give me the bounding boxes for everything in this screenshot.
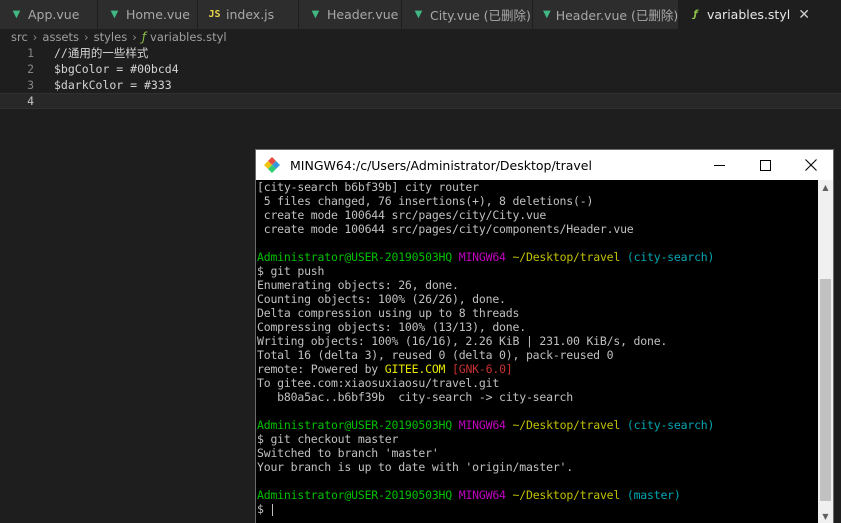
minimize-button[interactable] — [696, 150, 742, 180]
terminal-command: $ git checkout master — [257, 432, 399, 446]
terminal-window: MINGW64:/c/Users/Administrator/Desktop/t… — [255, 149, 834, 523]
vue-icon: ▼ — [311, 9, 320, 20]
code-line: 3 $darkColor = #333 — [0, 77, 841, 93]
tab-header-vue[interactable]: ▼ Header.vue — [299, 0, 402, 29]
tab-label: City.vue (已删除) — [430, 8, 531, 23]
breadcrumb: src › assets › styles › ƒ variables.styl — [11, 29, 227, 45]
breadcrumb-item[interactable]: src — [11, 30, 28, 44]
vue-icon: ▼ — [414, 9, 423, 20]
terminal-line: Switched to branch 'master' — [257, 446, 439, 460]
line-number: 4 — [27, 94, 34, 108]
terminal-line: To gitee.com:xiaosuxiaosu/travel.git — [257, 376, 500, 390]
gitee-label: GITEE.COM — [384, 362, 446, 376]
tab-app-vue[interactable]: ▼ App.vue — [0, 0, 98, 29]
scroll-up-icon[interactable]: ▲ — [818, 180, 833, 195]
breadcrumb-item[interactable]: styles — [94, 30, 128, 44]
terminal-line: 5 files changed, 76 insertions(+), 8 del… — [257, 194, 594, 208]
close-icon — [805, 159, 817, 171]
code-line: 1 //通用的一些样式 — [0, 45, 841, 61]
terminal-line: create mode 100644 src/pages/city/City.v… — [257, 208, 547, 222]
code-text: //通用的一些样式 — [54, 46, 149, 60]
prompt-branch: (master) — [626, 488, 681, 502]
terminal-line: Total 16 (delta 3), reused 0 (delta 0), … — [257, 348, 614, 362]
terminal-line: create mode 100644 src/pages/city/compon… — [257, 222, 634, 236]
line-number: 2 — [27, 62, 34, 76]
terminal-line: Enumerating objects: 26, done. — [257, 278, 459, 292]
tab-label: index.js — [226, 7, 275, 22]
code-line-current: 4 — [0, 93, 841, 109]
stylus-icon: ƒ — [141, 30, 147, 44]
terminal-title-bar[interactable]: MINGW64:/c/Users/Administrator/Desktop/t… — [256, 150, 833, 180]
js-icon: JS — [208, 9, 221, 20]
chevron-right-icon: › — [32, 30, 38, 44]
tab-index-js[interactable]: JS index.js — [198, 0, 299, 29]
terminal-scrollbar[interactable]: ▲ ▼ — [818, 180, 833, 523]
scroll-down-icon[interactable]: ▼ — [818, 509, 833, 523]
tab-variables-styl[interactable]: ƒ variables.styl ✕ — [679, 0, 841, 29]
terminal-title: MINGW64:/c/Users/Administrator/Desktop/t… — [290, 157, 592, 173]
close-button[interactable] — [788, 150, 834, 180]
tab-label: Home.vue — [126, 7, 190, 22]
vue-icon: ▼ — [110, 9, 119, 20]
scrollbar-thumb[interactable] — [820, 279, 831, 501]
terminal-prompt-line: Administrator@USER-20190503HQ MINGW64 ~/… — [257, 488, 818, 502]
tab-header-vue-deleted[interactable]: ▼ Header.vue (已删除) — [533, 0, 679, 29]
vue-icon: ▼ — [543, 9, 551, 20]
maximize-button[interactable] — [742, 150, 788, 180]
input-prompt: $ — [257, 502, 271, 516]
minimize-icon — [713, 164, 725, 166]
editor-tab-bar: ▼ App.vue ▼ Home.vue JS index.js ▼ Heade… — [0, 0, 841, 29]
tab-label: Header.vue — [327, 7, 399, 22]
terminal-line: [city-search b6bf39b] city router — [257, 180, 479, 194]
prompt-system: MINGW64 — [458, 418, 506, 432]
breadcrumb-item[interactable]: variables.styl — [150, 30, 227, 44]
chevron-right-icon: › — [132, 30, 137, 44]
text-cursor — [272, 503, 274, 516]
line-number: 3 — [27, 78, 34, 92]
tab-label: App.vue — [28, 7, 80, 22]
terminal-line: Your branch is up to date with 'origin/m… — [257, 460, 574, 474]
terminal-line: Compressing objects: 100% (13/13), done. — [257, 320, 526, 334]
code-text: $bgColor = #00bcd4 — [54, 62, 179, 76]
terminal-output[interactable]: [city-search b6bf39b] city router 5 file… — [256, 180, 818, 523]
close-icon[interactable]: ✕ — [798, 7, 810, 23]
maximize-icon — [759, 159, 771, 171]
terminal-prompt-line: Administrator@USER-20190503HQ MINGW64 ~/… — [257, 250, 818, 264]
prompt-user: Administrator@USER-20190503HQ — [257, 250, 452, 264]
tab-home-vue[interactable]: ▼ Home.vue — [98, 0, 198, 29]
breadcrumb-item[interactable]: assets — [42, 30, 79, 44]
prompt-path: ~/Desktop/travel — [512, 418, 621, 432]
terminal-command: $ git push — [257, 264, 325, 278]
prompt-user: Administrator@USER-20190503HQ — [257, 488, 452, 502]
tab-label: Header.vue (已删除) — [555, 8, 679, 23]
tab-city-vue-deleted[interactable]: ▼ City.vue (已删除) — [402, 0, 533, 29]
remote-prefix: remote: Powered by — [257, 362, 385, 376]
code-line: 2 $bgColor = #00bcd4 — [0, 61, 841, 77]
terminal-line: b80a5ac..b6bf39b city-search -> city-sea… — [257, 390, 574, 404]
mingw-logo-icon — [264, 157, 280, 173]
tab-label: variables.styl — [707, 7, 791, 22]
terminal-line: remote: Powered by GITEE.COM [GNK-6.0] — [257, 362, 818, 376]
prompt-branch: (city-search) — [626, 250, 715, 264]
prompt-branch: (city-search) — [626, 418, 715, 432]
code-text: $darkColor = #333 — [54, 78, 172, 92]
prompt-path: ~/Desktop/travel — [512, 250, 621, 264]
terminal-input-line[interactable]: $ — [257, 502, 818, 516]
prompt-system: MINGW64 — [458, 250, 506, 264]
line-number: 1 — [27, 46, 34, 60]
chevron-right-icon: › — [84, 30, 89, 44]
prompt-system: MINGW64 — [458, 488, 506, 502]
vue-icon: ▼ — [12, 9, 21, 20]
terminal-line: Counting objects: 100% (26/26), done. — [257, 292, 506, 306]
terminal-line: Delta compression using up to 8 threads — [257, 306, 520, 320]
stylus-icon: ƒ — [693, 9, 698, 20]
terminal-line: Writing objects: 100% (16/16), 2.26 KiB … — [257, 334, 668, 348]
prompt-path: ~/Desktop/travel — [512, 488, 621, 502]
terminal-prompt-line: Administrator@USER-20190503HQ MINGW64 ~/… — [257, 418, 818, 432]
prompt-user: Administrator@USER-20190503HQ — [257, 418, 452, 432]
gnk-version: [GNK-6.0] — [452, 362, 513, 376]
